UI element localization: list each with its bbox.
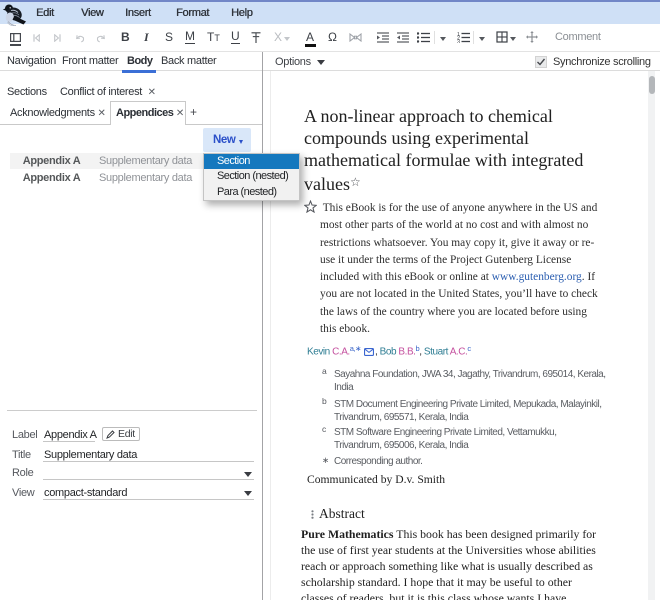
- svg-text:3: 3: [457, 39, 460, 43]
